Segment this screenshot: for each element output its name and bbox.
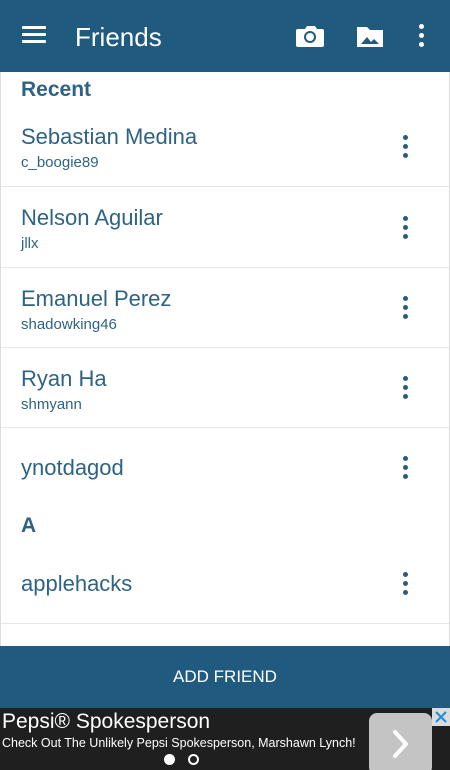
row-more-icon[interactable]	[394, 569, 418, 599]
friend-name: Nelson Aguilar	[21, 205, 163, 230]
friend-name: Ryan Ha	[21, 366, 107, 391]
camera-icon[interactable]	[292, 18, 328, 54]
friend-row[interactable]: applehacks	[1, 544, 449, 624]
friend-name: Sebastian Medina	[21, 124, 198, 149]
chevron-right-icon[interactable]	[369, 713, 432, 770]
friend-username: jllx	[21, 235, 39, 252]
friend-username: shadowking46	[21, 316, 117, 333]
friend-username: c_boogie89	[21, 154, 99, 171]
friend-row[interactable]: ynotdagod	[1, 428, 449, 508]
menu-icon[interactable]	[20, 20, 50, 50]
friends-list[interactable]: Recent Sebastian Medina c_boogie89 Nelso…	[0, 72, 450, 646]
friend-username: shmyann	[21, 396, 82, 413]
close-icon[interactable]	[432, 708, 450, 726]
more-vert-icon[interactable]	[406, 20, 436, 52]
friend-row[interactable]: Emanuel Perez shadowking46	[1, 268, 449, 348]
friend-row[interactable]: Nelson Aguilar jllx	[1, 187, 449, 268]
section-header-recent: Recent	[21, 78, 92, 101]
friend-name: Emanuel Perez	[21, 286, 172, 311]
row-more-icon[interactable]	[394, 373, 418, 403]
row-more-icon[interactable]	[394, 453, 418, 483]
ad-pager	[164, 753, 204, 767]
pager-dot-active	[164, 754, 175, 765]
friend-row[interactable]: Ryan Ha shmyann	[1, 348, 449, 428]
friend-row[interactable]: Sebastian Medina c_boogie89	[1, 106, 449, 187]
row-more-icon[interactable]	[394, 213, 418, 243]
row-more-icon[interactable]	[394, 132, 418, 162]
row-more-icon[interactable]	[394, 293, 418, 323]
ad-banner[interactable]: Pepsi® Spokesperson Check Out The Unlike…	[0, 708, 450, 770]
section-header-a: A	[21, 514, 37, 537]
pager-dot	[188, 754, 199, 765]
page-title: Friends	[75, 22, 162, 52]
friend-name: applehacks	[21, 571, 133, 596]
ad-headline[interactable]: Pepsi® Spokesperson	[2, 710, 210, 734]
ad-subtext[interactable]: Check Out The Unlikely Pepsi Spokesperso…	[2, 736, 356, 750]
friend-name: ynotdagod	[21, 455, 124, 480]
image-folder-icon[interactable]	[352, 18, 388, 54]
add-friend-button[interactable]: ADD FRIEND	[0, 646, 450, 708]
app-bar: Friends	[0, 0, 450, 72]
